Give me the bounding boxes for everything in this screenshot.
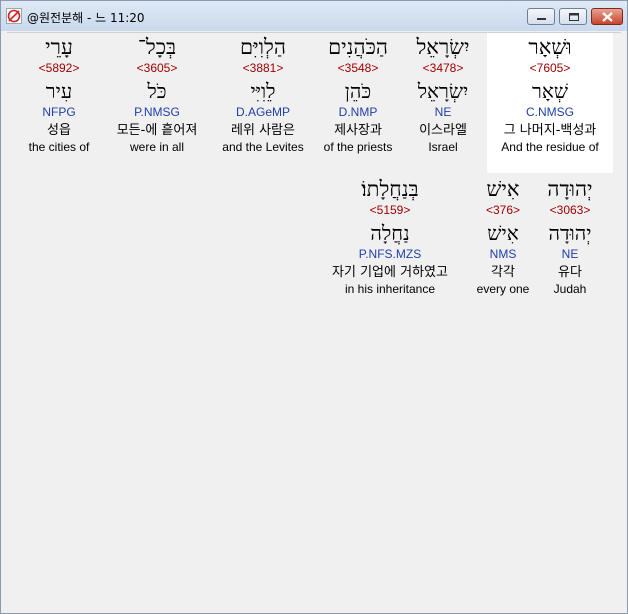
word-card[interactable]: יִשְׂרָאֵל <3478> יִשְׂרָאֵל NE 이스라엘 Isr… xyxy=(405,33,481,173)
morphology-code: NMS xyxy=(489,247,517,261)
strong-number[interactable]: <3478> xyxy=(405,61,481,77)
hebrew-lemma: עִיר xyxy=(45,79,73,103)
korean-gloss: 레위 사람은 xyxy=(231,123,295,138)
word-card[interactable]: בְּנַחֲלָתוֹ׃ <5159> נַחֲלָה P.NFS.MZS 자… xyxy=(315,175,465,315)
morphology-code: P.NFS.MZS xyxy=(358,247,422,261)
korean-gloss: 유다 xyxy=(558,265,582,280)
hebrew-lemma: כֹּהֵן xyxy=(344,79,372,103)
morphology-code: C.NMSG xyxy=(526,105,574,119)
hebrew-word: הַכֹּהֲנִים xyxy=(328,35,388,59)
hebrew-lemma: שְׁאָר xyxy=(532,79,568,103)
app-icon xyxy=(6,8,22,24)
close-button[interactable] xyxy=(591,8,623,25)
hebrew-word: אִישׁ xyxy=(486,177,520,201)
word-card[interactable]: עָרֵי <5892> עִיר NFPG 성읍 the cities of xyxy=(19,33,99,173)
strong-number[interactable]: <5159> xyxy=(315,203,465,219)
close-icon xyxy=(602,12,613,22)
english-gloss: the cities of xyxy=(28,140,90,154)
hebrew-word: בְּנַחֲלָתוֹ׃ xyxy=(361,177,419,201)
english-gloss: and the Levites xyxy=(222,140,304,154)
hebrew-lemma: אִישׁ xyxy=(487,221,519,245)
strong-number[interactable]: <3605> xyxy=(105,61,209,77)
hebrew-word: עָרֵי xyxy=(45,35,73,59)
english-gloss: every one xyxy=(476,282,530,296)
hebrew-word: יִשְׂרָאֵל xyxy=(416,35,470,59)
hebrew-word: יְהוּדָה xyxy=(547,177,593,201)
korean-gloss: 제사장과 xyxy=(334,123,382,138)
korean-gloss: 모든-에 흩어져 xyxy=(116,123,198,138)
title-bar[interactable]: @원전분해 - 느 11:20 xyxy=(1,1,627,31)
korean-gloss: 그 나머지-백성과 xyxy=(503,123,597,138)
strong-number[interactable]: <7605> xyxy=(487,61,613,77)
morphology-code: P.NMSG xyxy=(134,105,180,119)
morphology-code: D.AGeMP xyxy=(235,105,290,119)
english-gloss: And the residue of xyxy=(501,140,599,154)
hebrew-word: הַלְוִיִּם xyxy=(240,35,286,59)
english-gloss: were in all xyxy=(129,140,185,154)
morphology-code: NE xyxy=(561,247,579,261)
morphology-code: NE xyxy=(434,105,452,119)
strong-number[interactable]: <3063> xyxy=(537,203,603,219)
korean-gloss: 이스라엘 xyxy=(419,123,467,138)
korean-gloss: 자기 기업에 거하였고 xyxy=(332,265,448,280)
morphology-code: NFPG xyxy=(42,105,76,119)
hebrew-lemma: כֹּל xyxy=(147,79,167,103)
korean-gloss: 각각 xyxy=(491,265,515,280)
word-card[interactable]: יְהוּדָה <3063> יְהוּדָה NE 유다 Judah xyxy=(537,175,603,315)
hebrew-word: בְּכָל־ xyxy=(137,35,177,59)
app-window: @원전분해 - 느 11:20 וּשְׁאָר <7605> שְׁאָר C… xyxy=(0,0,628,614)
korean-gloss: 성읍 xyxy=(47,123,71,138)
strong-number[interactable]: <376> xyxy=(469,203,537,219)
maximize-icon xyxy=(569,13,579,21)
english-gloss: in his inheritance xyxy=(344,282,436,296)
word-card[interactable]: וּשְׁאָר <7605> שְׁאָר C.NMSG 그 나머지-백성과 … xyxy=(487,33,613,173)
english-gloss: of the priests xyxy=(323,140,393,154)
hebrew-lemma: יְהוּדָה xyxy=(548,221,592,245)
english-gloss: Judah xyxy=(553,282,587,296)
word-card[interactable]: הַכֹּהֲנִים <3548> כֹּהֵן D.NMP 제사장과 of … xyxy=(315,33,401,173)
interlinear-view: וּשְׁאָר <7605> שְׁאָר C.NMSG 그 나머지-백성과 … xyxy=(7,32,621,608)
strong-number[interactable]: <3881> xyxy=(215,61,311,77)
window-title: @원전분해 - 느 11:20 xyxy=(27,11,145,25)
word-card[interactable]: אִישׁ <376> אִישׁ NMS 각각 every one xyxy=(469,175,537,315)
word-card[interactable]: הַלְוִיִּם <3881> לֵוִיִּי D.AGeMP 레위 사람… xyxy=(215,33,311,173)
hebrew-lemma: יִשְׂרָאֵל xyxy=(417,79,469,103)
strong-number[interactable]: <5892> xyxy=(19,61,99,77)
english-gloss: Israel xyxy=(428,140,458,154)
hebrew-lemma: נַחֲלָה xyxy=(370,221,410,245)
morphology-code: D.NMP xyxy=(338,105,378,119)
maximize-button[interactable] xyxy=(559,8,587,25)
strong-number[interactable]: <3548> xyxy=(315,61,401,77)
hebrew-word: וּשְׁאָר xyxy=(528,35,572,59)
minimize-icon xyxy=(537,18,546,20)
word-card[interactable]: בְּכָל־ <3605> כֹּל P.NMSG 모든-에 흩어져 were… xyxy=(105,33,209,173)
minimize-button[interactable] xyxy=(527,8,555,25)
hebrew-lemma: לֵוִיִּי xyxy=(250,79,276,103)
